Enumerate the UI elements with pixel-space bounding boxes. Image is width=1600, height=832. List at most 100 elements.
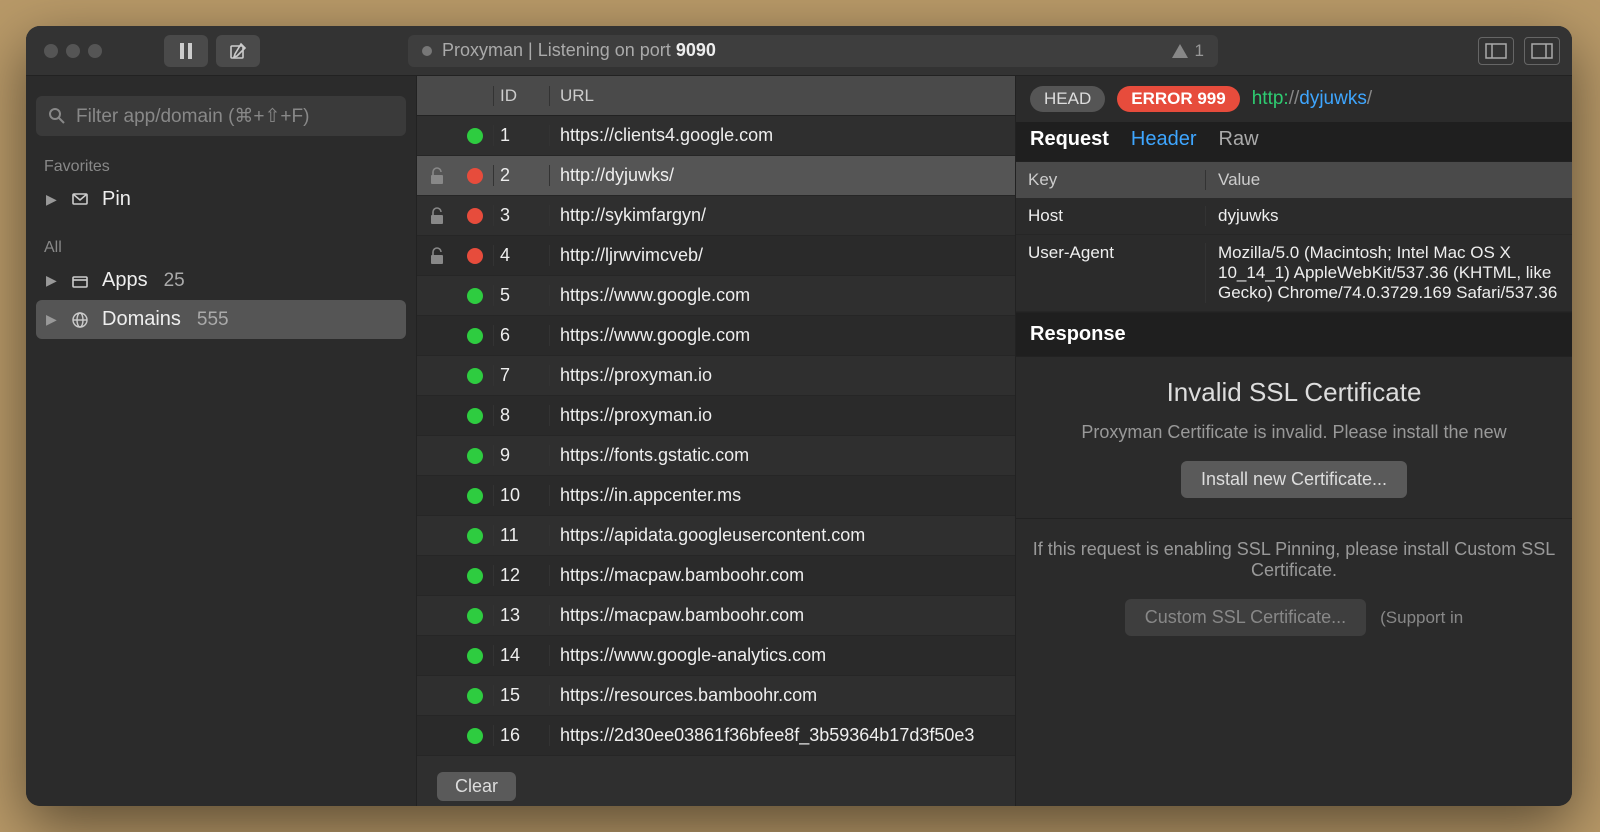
main-body: Filter app/domain (⌘+⇧+F) Favorites ▶ Pin…: [26, 76, 1572, 806]
row-url: https://fonts.gstatic.com: [549, 445, 1015, 466]
method-pill: HEAD: [1030, 86, 1105, 112]
row-url: https://www.google.com: [549, 325, 1015, 346]
tab-request[interactable]: Request: [1030, 128, 1109, 151]
title-area: Proxyman | Listening on port 9090 1: [408, 35, 1218, 67]
header-row[interactable]: User-AgentMozilla/5.0 (Macintosh; Intel …: [1016, 235, 1572, 312]
table-row[interactable]: 4http://ljrwvimcveb/: [417, 236, 1015, 276]
row-id: 6: [493, 325, 549, 346]
row-url: https://macpaw.bamboohr.com: [549, 605, 1015, 626]
table-row[interactable]: 6https://www.google.com: [417, 316, 1015, 356]
tab-raw[interactable]: Raw: [1219, 128, 1259, 151]
status-dot-icon: [467, 688, 483, 704]
traffic-minimize[interactable]: [66, 44, 80, 58]
sidebar: Filter app/domain (⌘+⇧+F) Favorites ▶ Pin…: [26, 76, 416, 806]
table-row[interactable]: 2http://dyjuwks/: [417, 156, 1015, 196]
response-label: Response: [1016, 312, 1572, 357]
row-id: 5: [493, 285, 549, 306]
row-id: 9: [493, 445, 549, 466]
status-dot-icon: [467, 328, 483, 344]
table-row[interactable]: 13https://macpaw.bamboohr.com: [417, 596, 1015, 636]
traffic-zoom[interactable]: [88, 44, 102, 58]
sidebar-item-pin[interactable]: ▶ Pin: [36, 180, 406, 219]
table-row[interactable]: 9https://fonts.gstatic.com: [417, 436, 1015, 476]
table-row[interactable]: 12https://macpaw.bamboohr.com: [417, 556, 1015, 596]
pause-button[interactable]: [164, 35, 208, 67]
status-dot-icon: [467, 488, 483, 504]
layout-sidebar-button[interactable]: [1478, 37, 1514, 65]
header-value: Mozilla/5.0 (Macintosh; Intel Mac OS X 1…: [1206, 243, 1572, 303]
row-id: 16: [493, 725, 549, 746]
table-row[interactable]: 5https://www.google.com: [417, 276, 1015, 316]
apps-icon: [70, 272, 92, 290]
sidebar-item-label: Pin: [102, 188, 131, 211]
row-url: https://clients4.google.com: [549, 125, 1015, 146]
status-dot-icon: [422, 46, 432, 56]
row-url: https://proxyman.io: [549, 365, 1015, 386]
row-id: 2: [493, 165, 549, 186]
row-id: 3: [493, 205, 549, 226]
detail-panel: HEAD ERROR 999 http://dyjuwks/ Request H…: [1016, 76, 1572, 806]
status-dot-icon: [467, 608, 483, 624]
status-dot-icon: [467, 168, 483, 184]
disclosure-triangle-icon: ▶: [46, 191, 60, 208]
error-pill: ERROR 999: [1117, 86, 1239, 112]
table-row[interactable]: 3http://sykimfargyn/: [417, 196, 1015, 236]
header-key: Host: [1016, 206, 1206, 226]
row-url: http://ljrwvimcveb/: [549, 245, 1015, 266]
request-summary: HEAD ERROR 999 http://dyjuwks/: [1016, 76, 1572, 122]
disclosure-triangle-icon: ▶: [46, 311, 60, 328]
table-row[interactable]: 10https://in.appcenter.ms: [417, 476, 1015, 516]
request-tabbar: Request Header Raw: [1016, 122, 1572, 162]
pin-note: (Support in: [1380, 608, 1463, 628]
table-row[interactable]: 1https://clients4.google.com: [417, 116, 1015, 156]
header-table-head: Key Value: [1016, 162, 1572, 198]
col-url[interactable]: URL: [549, 86, 1015, 106]
install-cert-button[interactable]: Install new Certificate...: [1181, 461, 1407, 498]
ssl-title: Invalid SSL Certificate: [1030, 377, 1558, 408]
table-row[interactable]: 15https://resources.bamboohr.com: [417, 676, 1015, 716]
title-text: Proxyman | Listening on port 9090: [442, 40, 716, 61]
row-url: https://in.appcenter.ms: [549, 485, 1015, 506]
compose-button[interactable]: [216, 35, 260, 67]
row-url: https://apidata.googleusercontent.com: [549, 525, 1015, 546]
sidebar-item-label: Apps: [102, 269, 148, 292]
row-id: 1: [493, 125, 549, 146]
section-favorites: Favorites: [36, 154, 406, 180]
unlock-icon: [429, 167, 445, 185]
title-warning[interactable]: 1: [1171, 41, 1204, 61]
traffic-close[interactable]: [44, 44, 58, 58]
table-row[interactable]: 8https://proxyman.io: [417, 396, 1015, 436]
disclosure-triangle-icon: ▶: [46, 272, 60, 289]
col-id[interactable]: ID: [493, 86, 549, 106]
row-id: 7: [493, 365, 549, 386]
status-dot-icon: [467, 288, 483, 304]
table-row[interactable]: 16https://2d30ee03861f36bfee8f_3b59364b1…: [417, 716, 1015, 756]
table-row[interactable]: 14https://www.google-analytics.com: [417, 636, 1015, 676]
search-icon: [48, 107, 66, 125]
row-url: http://dyjuwks/: [549, 165, 1015, 186]
status-dot-icon: [467, 728, 483, 744]
toolbar: Proxyman | Listening on port 9090 1: [26, 26, 1572, 76]
header-row[interactable]: Hostdyjuwks: [1016, 198, 1572, 235]
sidebar-item-domains[interactable]: ▶Domains555: [36, 300, 406, 339]
status-dot-icon: [467, 128, 483, 144]
table-header: ID URL: [417, 76, 1015, 116]
domains-icon: [70, 311, 92, 329]
layout-panel-button[interactable]: [1524, 37, 1560, 65]
row-id: 15: [493, 685, 549, 706]
request-url: http://dyjuwks/: [1252, 88, 1372, 110]
sidebar-item-count: 25: [164, 270, 185, 292]
ssl-cert-block: Invalid SSL Certificate Proxyman Certifi…: [1016, 357, 1572, 519]
tab-header[interactable]: Header: [1131, 128, 1197, 151]
custom-cert-button[interactable]: Custom SSL Certificate...: [1125, 599, 1366, 636]
row-url: https://www.google-analytics.com: [549, 645, 1015, 666]
sidebar-item-apps[interactable]: ▶ Apps 25: [36, 261, 406, 300]
clear-button[interactable]: Clear: [437, 772, 516, 801]
status-dot-icon: [467, 408, 483, 424]
table-row[interactable]: 11https://apidata.googleusercontent.com: [417, 516, 1015, 556]
sidebar-item-label: Domains: [102, 308, 181, 331]
table-row[interactable]: 7https://proxyman.io: [417, 356, 1015, 396]
status-dot-icon: [467, 208, 483, 224]
filter-input[interactable]: Filter app/domain (⌘+⇧+F): [36, 96, 406, 136]
row-url: https://2d30ee03861f36bfee8f_3b59364b17d…: [549, 725, 1015, 746]
